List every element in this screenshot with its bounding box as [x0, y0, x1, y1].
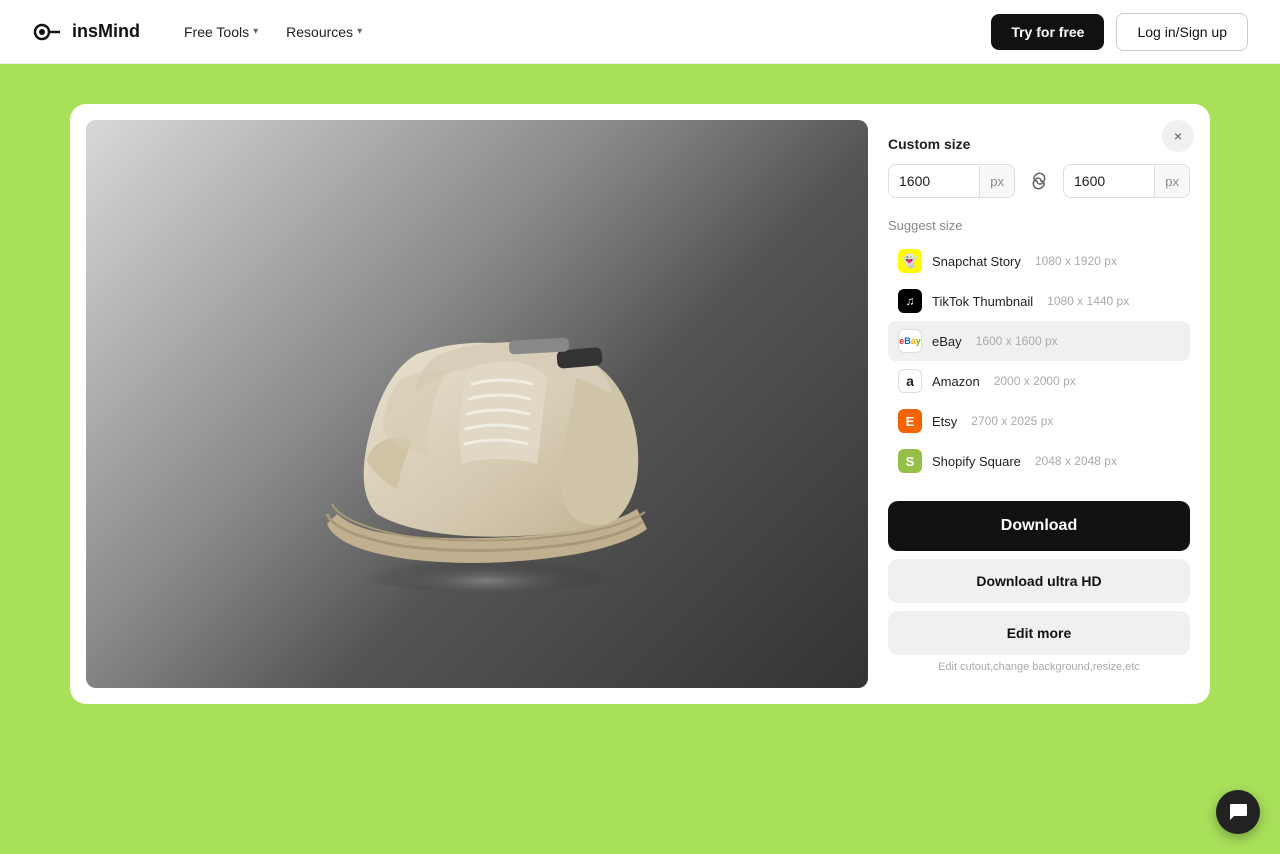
- edit-hint: Edit cutout,change background,resize,etc: [888, 661, 1190, 673]
- suggest-size-title: Suggest size: [888, 218, 1190, 233]
- suggest-size-list: 👻 Snapchat Story 1080 x 1920 px ♫ TikTok Thu…: [888, 241, 1190, 481]
- chevron-down-icon: ▾: [253, 26, 258, 37]
- download-hd-button[interactable]: Download ultra HD: [888, 559, 1190, 603]
- height-input-group: px: [1063, 164, 1190, 198]
- suggest-name-etsy: Etsy: [932, 414, 957, 429]
- suggest-dims-amazon: 2000 x 2000 px: [994, 374, 1076, 388]
- nav-free-tools[interactable]: Free Tools ▾: [172, 16, 270, 48]
- height-unit: px: [1154, 166, 1189, 197]
- height-input[interactable]: [1064, 165, 1154, 197]
- width-unit: px: [979, 166, 1014, 197]
- custom-size-title: Custom size: [888, 136, 1190, 152]
- right-panel: × Custom size px: [884, 120, 1194, 688]
- suggest-name-tiktok: TikTok Thumbnail: [932, 294, 1033, 309]
- image-panel: [86, 120, 868, 688]
- suggest-dims-shopify: 2048 x 2048 px: [1035, 454, 1117, 468]
- etsy-icon: E: [898, 409, 922, 433]
- ebay-icon: eBay: [898, 329, 922, 353]
- chat-widget[interactable]: [1216, 790, 1260, 834]
- edit-more-button[interactable]: Edit more: [888, 611, 1190, 655]
- tiktok-icon: ♫: [898, 289, 922, 313]
- suggest-name-ebay: eBay: [932, 334, 962, 349]
- nav-resources[interactable]: Resources ▾: [274, 16, 374, 48]
- suggest-name-amazon: Amazon: [932, 374, 980, 389]
- suggest-dims-ebay: 1600 x 1600 px: [976, 334, 1058, 348]
- size-inputs: px px: [888, 164, 1190, 198]
- suggest-item-ebay[interactable]: eBay eBay 1600 x 1600 px: [888, 321, 1190, 361]
- login-button[interactable]: Log in/Sign up: [1116, 13, 1248, 51]
- width-input[interactable]: [889, 165, 979, 197]
- chevron-down-icon: ▾: [357, 26, 362, 37]
- suggest-item-tiktok[interactable]: ♫ TikTok Thumbnail 1080 x 1440 px: [888, 281, 1190, 321]
- suggest-dims-etsy: 2700 x 2025 px: [971, 414, 1053, 428]
- width-input-group: px: [888, 164, 1015, 198]
- main-card: × Custom size px: [70, 104, 1210, 704]
- close-button[interactable]: ×: [1162, 120, 1194, 152]
- suggest-name-shopify: Shopify Square: [932, 454, 1021, 469]
- suggest-dims-snapchat: 1080 x 1920 px: [1035, 254, 1117, 268]
- amazon-icon: a: [898, 369, 922, 393]
- logo-text: insMind: [72, 21, 140, 42]
- nav-actions: Try for free Log in/Sign up: [991, 13, 1248, 51]
- page-body: × Custom size px: [0, 64, 1280, 854]
- navbar: insMind Free Tools ▾ Resources ▾ Try for…: [0, 0, 1280, 64]
- link-dimensions-icon[interactable]: [1023, 165, 1055, 197]
- suggest-dims-tiktok: 1080 x 1440 px: [1047, 294, 1129, 308]
- suggest-item-shopify[interactable]: S Shopify Square 2048 x 2048 px: [888, 441, 1190, 481]
- logo[interactable]: insMind: [32, 16, 140, 48]
- suggest-item-amazon[interactable]: a Amazon 2000 x 2000 px: [888, 361, 1190, 401]
- suggest-item-etsy[interactable]: E Etsy 2700 x 2025 px: [888, 401, 1190, 441]
- shoe-image: [86, 120, 868, 688]
- try-for-free-button[interactable]: Try for free: [991, 14, 1104, 50]
- shopify-icon: S: [898, 449, 922, 473]
- download-button[interactable]: Download: [888, 501, 1190, 551]
- suggest-name-snapchat: Snapchat Story: [932, 254, 1021, 269]
- snapchat-icon: 👻: [898, 249, 922, 273]
- nav-links: Free Tools ▾ Resources ▾: [172, 16, 991, 48]
- suggest-item-snapchat[interactable]: 👻 Snapchat Story 1080 x 1920 px: [888, 241, 1190, 281]
